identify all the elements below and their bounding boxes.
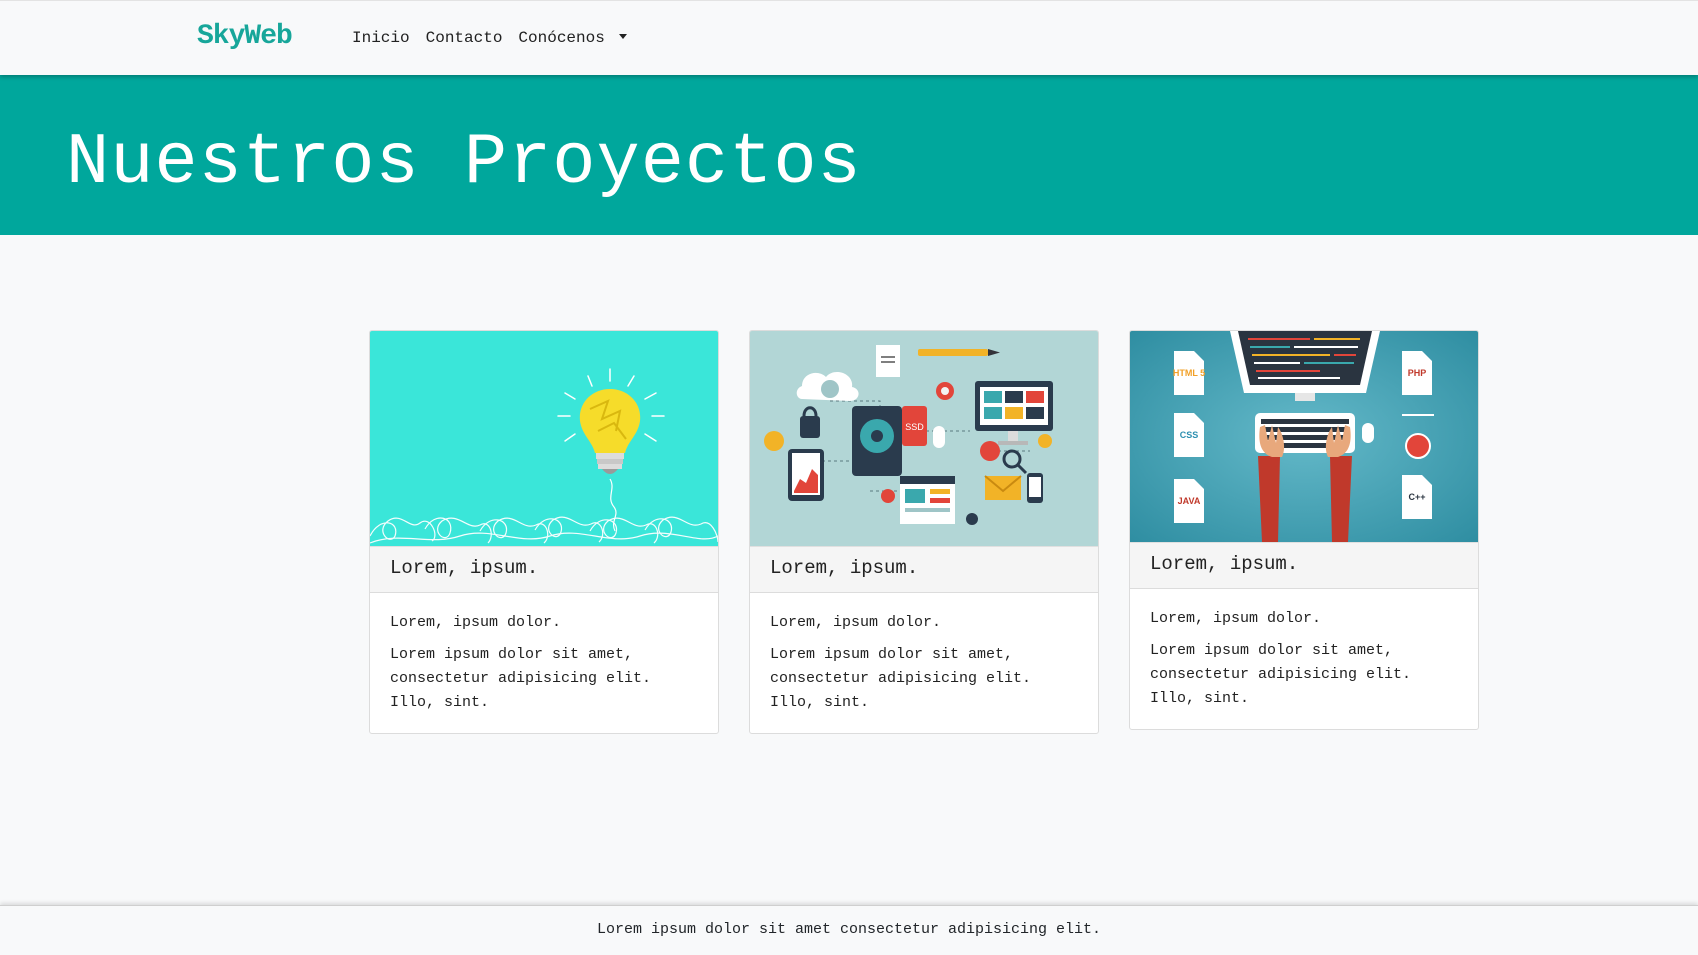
css-file-icon: CSS [1174, 413, 1204, 457]
project-card-1: Lorem, ipsum. Lorem, ipsum dolor. Lorem … [369, 330, 719, 734]
card-body: Lorem, ipsum dolor. Lorem ipsum dolor si… [750, 593, 1098, 733]
caret-down-icon [618, 34, 627, 39]
nav-dropdown-conocenos[interactable]: Conócenos [518, 29, 627, 47]
card-subtitle: Lorem, ipsum dolor. [770, 614, 942, 631]
java-label: JAVA [1178, 496, 1201, 506]
card-body: Lorem, ipsum dolor. Lorem ipsum dolor si… [370, 593, 718, 733]
brand-logo[interactable]: SkyWeb [197, 21, 293, 52]
project-card-3: HTML 5 CSS JAVA PHP C++ Lorem, ipsum. Lo… [1129, 330, 1479, 730]
html5-label: HTML 5 [1173, 368, 1205, 378]
java-file-icon: JAVA [1174, 479, 1204, 523]
project-card-2: SSD Lorem, ipsum. Lorem, ipsum dolor. Lo… [749, 330, 1099, 734]
php-file-icon: PHP [1402, 351, 1432, 395]
hero-banner: Nuestros Proyectos [0, 75, 1698, 235]
html5-file-icon: HTML 5 [1173, 351, 1205, 395]
card-title: Lorem, ipsum. [1130, 542, 1478, 589]
nav-dropdown-label: Conócenos [518, 29, 605, 47]
cpp-label: C++ [1408, 492, 1425, 502]
card-subtitle: Lorem, ipsum dolor. [390, 614, 562, 631]
footer: Lorem ipsum dolor sit amet consectetur a… [0, 905, 1698, 955]
nav-link-inicio[interactable]: Inicio [352, 29, 410, 47]
cpp-file-icon: C++ [1402, 475, 1432, 519]
css-label: CSS [1180, 430, 1199, 440]
navbar: SkyWeb Inicio Contacto Conócenos [0, 0, 1698, 75]
card-text: Lorem ipsum dolor sit amet, consectetur … [770, 646, 1032, 711]
lightbulb-illustration [370, 331, 718, 546]
footer-text: Lorem ipsum dolor sit amet consectetur a… [596, 921, 1102, 938]
card-text: Lorem ipsum dolor sit amet, consectetur … [1150, 642, 1412, 707]
coding-desk-illustration: HTML 5 CSS JAVA PHP C++ [1130, 331, 1478, 542]
card-title: Lorem, ipsum. [750, 546, 1098, 593]
card-text: Lorem ipsum dolor sit amet, consectetur … [390, 646, 652, 711]
card-body: Lorem, ipsum dolor. Lorem ipsum dolor si… [1130, 589, 1478, 729]
card-title: Lorem, ipsum. [370, 546, 718, 593]
ssd-label: SSD [905, 422, 924, 432]
nav-links: Inicio Contacto Conócenos [352, 29, 627, 47]
tech-devices-illustration: SSD [750, 331, 1098, 546]
page-title: Nuestros Proyectos [66, 122, 862, 204]
nav-link-contacto[interactable]: Contacto [426, 29, 503, 47]
php-label: PHP [1408, 368, 1427, 378]
card-subtitle: Lorem, ipsum dolor. [1150, 610, 1322, 627]
